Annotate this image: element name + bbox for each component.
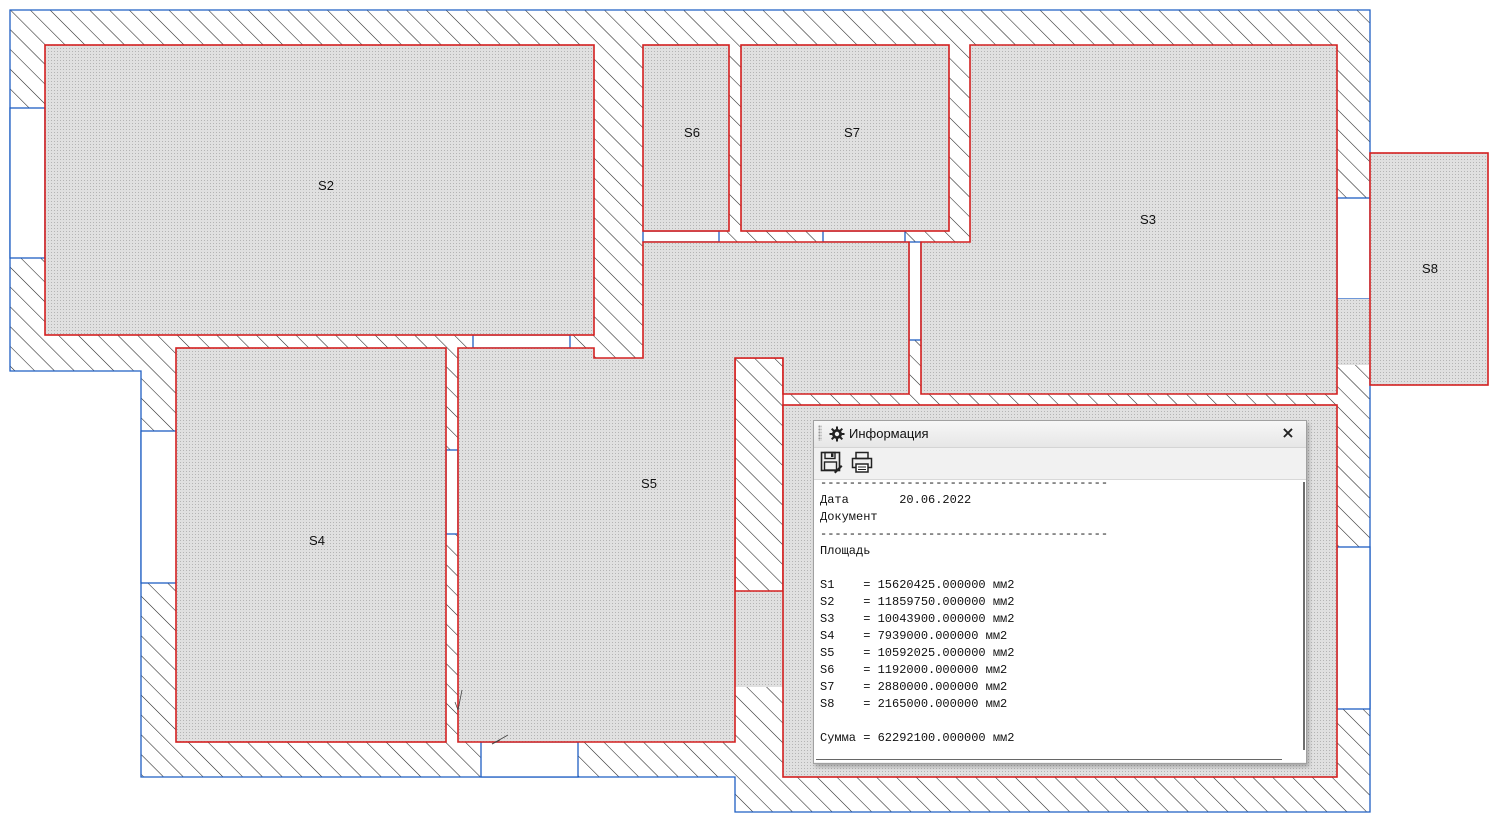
- room-label: S4: [309, 533, 325, 548]
- room-label: S8: [1422, 261, 1438, 276]
- report-line: ----------------------------------------: [820, 479, 1109, 490]
- gear-icon: [829, 426, 845, 442]
- report-line: S6 = 1192000.000000 мм2: [820, 663, 1008, 677]
- info-panel[interactable]: Информация × ---------------------------…: [813, 420, 1307, 764]
- report-line: ----------------------------------------: [820, 527, 1109, 541]
- info-panel-title: Информация: [849, 426, 929, 441]
- report-line: Документ: [820, 510, 878, 524]
- info-panel-toolbar: [814, 448, 1306, 478]
- room-label: S2: [318, 178, 334, 193]
- divider: [816, 759, 1282, 760]
- print-button[interactable]: [850, 450, 874, 474]
- info-report-text: ----------------------------------------…: [814, 479, 1109, 747]
- report-line: S1 = 15620425.000000 мм2: [820, 578, 1015, 592]
- report-line: S5 = 10592025.000000 мм2: [820, 646, 1015, 660]
- report-line: S3 = 10043900.000000 мм2: [820, 612, 1015, 626]
- interior-walls: [734, 357, 784, 592]
- close-icon: ×: [1281, 423, 1295, 442]
- save-icon: [820, 451, 843, 474]
- room-label: S5: [641, 476, 657, 491]
- info-panel-titlebar[interactable]: Информация ×: [814, 421, 1306, 448]
- info-report-area[interactable]: ----------------------------------------…: [814, 479, 1306, 762]
- room-label: S3: [1140, 212, 1156, 227]
- room-label: S6: [684, 125, 700, 140]
- scrollbar[interactable]: [1300, 480, 1306, 762]
- room-S3[interactable]: [920, 44, 1338, 395]
- save-button[interactable]: [819, 450, 843, 474]
- report-line: S2 = 11859750.000000 мм2: [820, 595, 1015, 609]
- report-line: Дата 20.06.2022: [820, 493, 972, 507]
- report-line: Сумма = 62292100.000000 мм2: [820, 731, 1015, 745]
- room-label: S7: [844, 125, 860, 140]
- drag-grip-icon[interactable]: [818, 425, 822, 441]
- report-line: S4 = 7939000.000000 мм2: [820, 629, 1008, 643]
- report-line: S7 = 2880000.000000 мм2: [820, 680, 1008, 694]
- report-line: S8 = 2165000.000000 мм2: [820, 697, 1008, 711]
- scrollbar-thumb[interactable]: [1303, 482, 1305, 750]
- report-line: Площадь: [820, 544, 871, 558]
- close-button[interactable]: ×: [1278, 423, 1298, 443]
- printer-icon: [851, 451, 873, 473]
